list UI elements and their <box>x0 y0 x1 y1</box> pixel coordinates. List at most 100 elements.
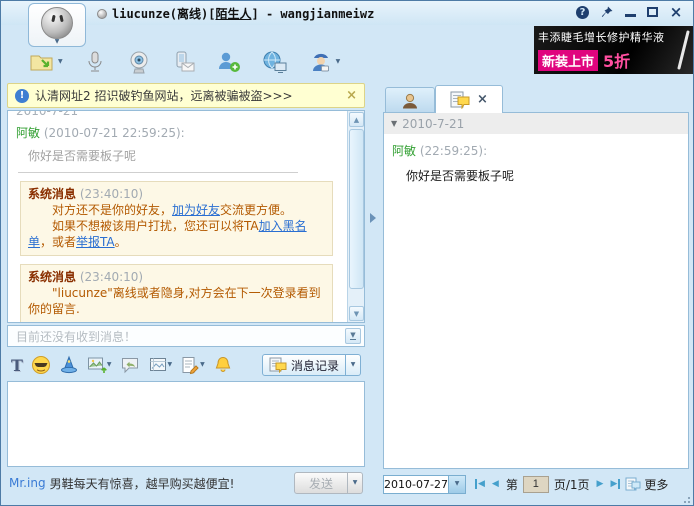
magic-expression-button[interactable] <box>59 355 79 375</box>
notice-close-icon[interactable]: × <box>346 88 357 103</box>
resize-grip[interactable] <box>680 493 690 503</box>
emoticon-button[interactable] <box>31 355 51 375</box>
send-file-button[interactable]: ▼ <box>23 47 69 77</box>
history-date-clipped: 2010-7-21 <box>16 111 347 118</box>
message-history-label: 消息记录 <box>291 357 339 374</box>
input-mode-dropdown-icon[interactable]: ▼ <box>200 362 205 368</box>
system-message-time: (23:40:10) <box>80 270 143 284</box>
send-file-dropdown-icon[interactable]: ▼ <box>58 59 63 65</box>
date-dropdown-icon[interactable]: ▼ <box>449 475 466 494</box>
collapse-icon: ▼ <box>391 119 397 128</box>
input-mode-button[interactable]: ▼ <box>180 355 205 375</box>
add-friend-button[interactable] <box>211 47 247 77</box>
last-page-icon[interactable]: ▶ <box>608 479 620 489</box>
send-sms-button[interactable] <box>166 47 202 77</box>
font-icon: T <box>11 356 23 375</box>
history-pagination-bar: 2010-07-27 ▼ ◀ ◀ 第 页/1页 ▶ ▶ 更多 <box>383 472 689 496</box>
message-history-dropdown-icon[interactable]: ▼ <box>346 354 361 376</box>
shake-window-button[interactable] <box>213 355 233 375</box>
message-history-icon <box>269 357 287 373</box>
font-style-button[interactable]: T <box>11 356 23 375</box>
message-separator <box>18 172 298 173</box>
send-dropdown-icon[interactable]: ▼ <box>348 472 363 494</box>
offline-status-icon <box>97 9 107 19</box>
scroll-to-bottom-button[interactable]: ▼ <box>345 328 361 344</box>
help-icon[interactable]: ? <box>576 6 589 19</box>
message-text: 你好是否需要板子呢 <box>16 141 347 172</box>
message-header: 阿敏 (2010-07-21 22:59:25): <box>16 124 347 141</box>
more-history-icon <box>625 477 641 491</box>
page-label-post: 页/1页 <box>552 476 592 493</box>
prev-page-icon[interactable]: ◀ <box>490 479 501 489</box>
magic-hat-icon <box>59 355 79 375</box>
maximize-icon[interactable] <box>647 7 658 17</box>
send-picture-dropdown-icon[interactable]: ▼ <box>107 362 112 368</box>
tab-close-icon[interactable]: × <box>477 92 488 107</box>
title-text: liucunze(离线)[ <box>112 7 215 21</box>
ad-banner[interactable]: 丰添睫毛增长修护精华液 新装上市 5折 <box>534 26 694 74</box>
video-chat-button[interactable] <box>121 47 157 77</box>
system-text: 对方还不是你的好友， <box>52 203 172 217</box>
history-date-select[interactable]: 2010-07-27 ▼ <box>383 475 466 494</box>
main-toolbar: ▼ <box>23 47 355 77</box>
bottom-ad-text[interactable]: 男鞋每天有惊喜，越早购买越便宜! <box>50 475 294 492</box>
minimize-icon[interactable] <box>625 8 636 17</box>
ad-banner-discount: 5折 <box>603 48 630 72</box>
window-title: liucunze(离线)[陌生人] - wangjianmeiwz <box>97 5 374 22</box>
quick-reply-button[interactable] <box>120 355 140 375</box>
tab-message-history[interactable]: × <box>435 85 503 113</box>
system-message-time: (23:40:10) <box>80 187 143 201</box>
system-message-box-1: 系统消息 (23:40:10) 对方还不是你的好友，加为好友交流更方便。 如果不… <box>20 181 333 256</box>
security-notice-bar[interactable]: ! 认清网址2 招识破钓鱼网站，远离被骗被盗>>> × <box>7 83 365 108</box>
report-dropdown-icon[interactable]: ▼ <box>336 59 341 65</box>
add-as-friend-link[interactable]: 加为好友 <box>172 203 220 217</box>
send-button[interactable]: 发送 <box>294 472 348 494</box>
webcam-icon <box>127 50 151 74</box>
report-user-button[interactable]: ▼ <box>303 47 347 77</box>
remote-desktop-button[interactable] <box>256 47 294 77</box>
page-number-input[interactable] <box>523 476 549 493</box>
more-history-button[interactable]: 更多 <box>625 476 668 493</box>
notice-text[interactable]: 认清网址2 招识破钓鱼网站，远离被骗被盗>>> <box>35 87 340 104</box>
input-toolbar: T ▼ <box>7 351 365 379</box>
send-picture-button[interactable]: ▼ <box>87 355 112 375</box>
buddy-avatar[interactable]: ▼ <box>28 3 86 47</box>
system-message-title: 系统消息 <box>28 270 76 284</box>
history-date-header[interactable]: ▼ 2010-7-21 <box>384 113 688 134</box>
screenshot-button[interactable]: ▼ <box>148 355 173 375</box>
avatar-dropdown-icon[interactable]: ▼ <box>55 39 60 45</box>
chat-scrollbar[interactable]: ▲ ▼ <box>347 111 364 322</box>
next-page-icon[interactable]: ▶ <box>595 479 606 489</box>
bottom-bar: Mr.ing 男鞋每天有惊喜，越早购买越便宜! 发送 ▼ <box>7 470 365 496</box>
tab-profile[interactable] <box>385 87 435 113</box>
system-text: "liucunze"离线或者隐身,对方会在下一次登录看到你的留言. <box>28 285 325 317</box>
title-bar[interactable]: liucunze(离线)[陌生人] - wangjianmeiwz ? × <box>1 1 693 25</box>
panel-splitter[interactable] <box>367 83 380 495</box>
system-text: 。 <box>115 235 127 249</box>
history-message: 阿敏 (22:59:25): 你好是否需要板子呢 <box>384 134 688 184</box>
scroll-down-icon[interactable]: ▼ <box>349 306 364 321</box>
message-time: (2010-07-21 22:59:25): <box>44 126 185 140</box>
screenshot-dropdown-icon[interactable]: ▼ <box>168 362 173 368</box>
title-text-suffix: ] - wangjianmeiwz <box>252 7 375 21</box>
pin-icon[interactable] <box>600 5 614 19</box>
stranger-tag: 陌生人 <box>215 7 251 21</box>
bottom-ad-link[interactable]: Mr.ing <box>9 476 46 490</box>
microphone-icon <box>84 50 106 74</box>
first-page-icon[interactable]: ◀ <box>475 479 487 489</box>
voice-chat-button[interactable] <box>78 47 112 77</box>
message-history-button[interactable]: 消息记录 ▼ <box>262 354 361 376</box>
message-input[interactable] <box>7 381 365 467</box>
system-text: ，或者 <box>40 235 76 249</box>
scrollbar-thumb[interactable] <box>349 129 364 289</box>
report-ta-link[interactable]: 举报TA <box>76 235 115 249</box>
sender-name: 阿敏 <box>16 126 40 140</box>
history-date-value[interactable]: 2010-07-27 <box>383 475 449 494</box>
right-pane-tabs: × <box>385 85 503 113</box>
close-icon[interactable]: × <box>669 5 683 19</box>
profile-person-icon <box>400 91 420 111</box>
scroll-up-icon[interactable]: ▲ <box>349 112 364 127</box>
system-text: 交流更方便。 <box>220 203 292 217</box>
send-file-icon <box>29 50 55 74</box>
splitter-expand-icon[interactable] <box>370 213 376 223</box>
